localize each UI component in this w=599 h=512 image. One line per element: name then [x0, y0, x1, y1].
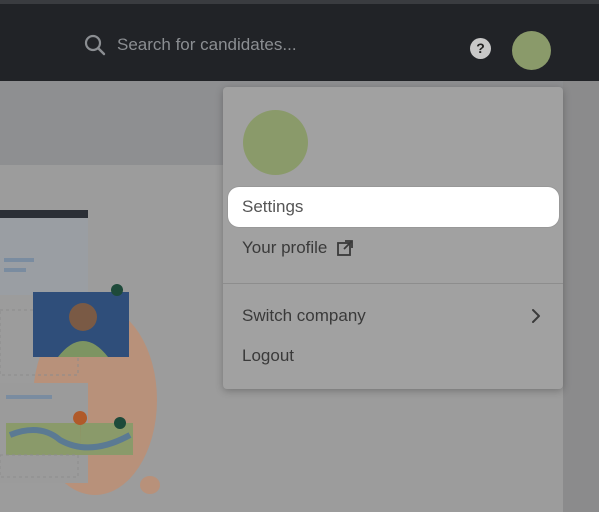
- illustration-card-bar: [0, 210, 88, 218]
- search-bar[interactable]: Search for candidates...: [84, 32, 414, 58]
- illustration-line-1: [4, 258, 34, 262]
- menu-item-logout[interactable]: Logout: [223, 336, 563, 376]
- switch-company-label: Switch company: [242, 306, 366, 325]
- avatar[interactable]: [512, 31, 551, 70]
- scroll-area: [563, 81, 599, 512]
- profile-label: Your profile: [242, 238, 328, 257]
- search-input[interactable]: Search for candidates...: [117, 35, 297, 55]
- logout-label: Logout: [242, 346, 294, 365]
- menu-item-settings[interactable]: Settings: [228, 187, 559, 227]
- illustration-card-top: [0, 210, 88, 295]
- illustration-plus-badge: [111, 284, 123, 296]
- help-icon[interactable]: ?: [470, 38, 491, 59]
- top-header: Search for candidates... ?: [0, 4, 599, 81]
- external-link-icon: [337, 240, 354, 256]
- illustration-plus-badge-2: [114, 417, 126, 429]
- chevron-right-icon: [532, 309, 540, 323]
- onboarding-illustration: [0, 210, 160, 495]
- illustration-person-head: [69, 303, 97, 331]
- menu-item-switch-company[interactable]: Switch company: [223, 296, 563, 336]
- illustration-line-2: [4, 268, 26, 272]
- settings-label: Settings: [242, 197, 304, 216]
- illustration-blob-small: [140, 476, 160, 494]
- menu-item-your-profile[interactable]: Your profile: [223, 228, 563, 268]
- account-dropdown-menu: Settings Your profile Switch company Log…: [223, 87, 563, 389]
- search-icon: [84, 34, 106, 56]
- illustration-line-3: [6, 395, 52, 399]
- menu-divider: [223, 283, 563, 284]
- menu-avatar: [243, 110, 308, 175]
